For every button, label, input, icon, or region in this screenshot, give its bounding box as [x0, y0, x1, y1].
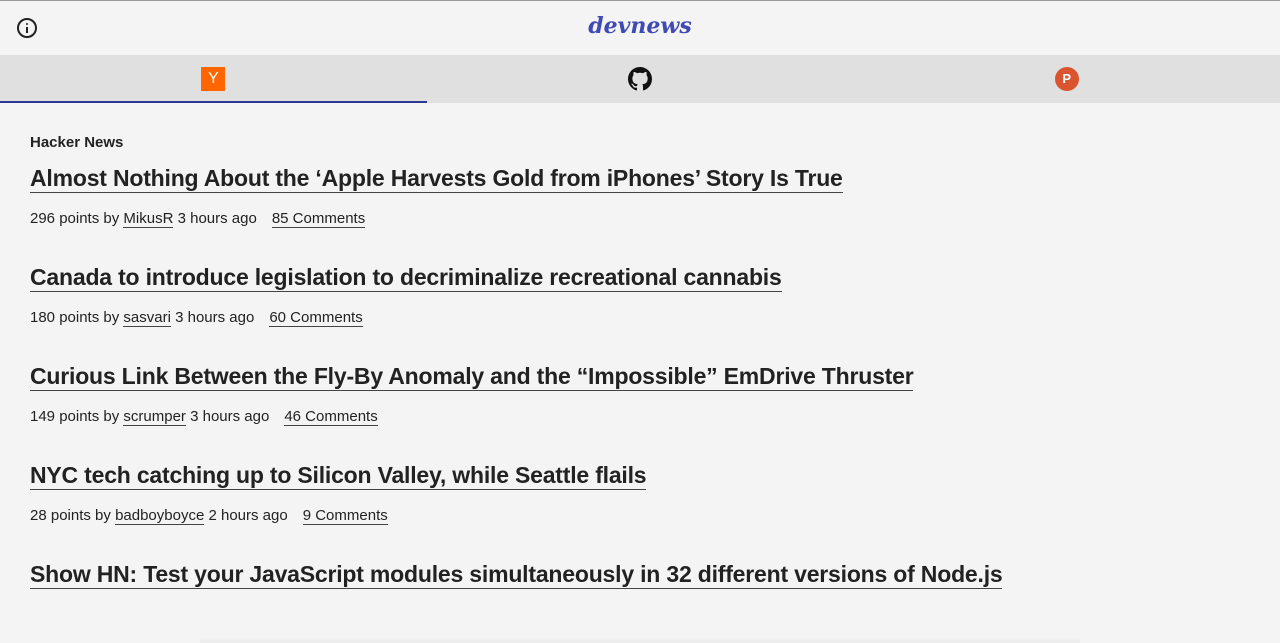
- story-time: 3 hours ago: [185, 408, 270, 425]
- top-bar: devnews: [0, 1, 1280, 55]
- story-title-link[interactable]: Show HN: Test your JavaScript modules si…: [30, 560, 1003, 589]
- story-meta: 149 points by scrumper 3 hours ago 46 Com…: [30, 407, 1250, 427]
- story-points: 149 points by: [30, 408, 124, 425]
- story-title-link[interactable]: NYC tech catching up to Silicon Valley, …: [30, 461, 647, 490]
- story-item: Show HN: Test your JavaScript modules si…: [30, 560, 1250, 589]
- story-author-link[interactable]: sasvari: [123, 309, 171, 327]
- story-comments-link[interactable]: 46 Comments: [284, 408, 378, 426]
- story-meta: 180 points by sasvari 3 hours ago 60 Comm…: [30, 308, 1250, 328]
- story-comments-link[interactable]: 85 Comments: [271, 210, 366, 228]
- story-author-link[interactable]: badboyboyce: [115, 507, 205, 525]
- story-list: Hacker News Almost Nothing About the ‘Ap…: [0, 103, 1280, 589]
- story-points: 296 points by: [30, 210, 124, 227]
- story-title-link[interactable]: Almost Nothing About the ‘Apple Harvests…: [30, 164, 843, 193]
- section-title: Hacker News: [30, 134, 124, 151]
- source-tabs: Y P: [0, 55, 1280, 103]
- story-author-link[interactable]: scrumper: [123, 408, 186, 426]
- story-time: 2 hours ago: [204, 507, 288, 524]
- story-time: 3 hours ago: [173, 210, 257, 227]
- story-item: Almost Nothing About the ‘Apple Harvests…: [30, 154, 1250, 229]
- story-author-link[interactable]: MikusR: [123, 210, 174, 228]
- story-comments-link[interactable]: 60 Comments: [269, 309, 363, 327]
- story-points: 180 points by: [30, 309, 124, 326]
- story-comments-link[interactable]: 9 Comments: [302, 507, 388, 525]
- story-item: NYC tech catching up to Silicon Valley, …: [30, 461, 1250, 526]
- story-time: 3 hours ago: [170, 309, 255, 326]
- story-title-link[interactable]: Curious Link Between the Fly-By Anomaly …: [30, 362, 914, 391]
- y-combinator-icon: Y: [201, 67, 226, 91]
- story-meta: 296 points by MikusR 3 hours ago 85 Comme…: [30, 209, 1250, 229]
- story-points: 28 points by: [30, 507, 116, 524]
- bottom-shadow: [200, 637, 1080, 643]
- story-title-link[interactable]: Canada to introduce legislation to decri…: [30, 263, 782, 292]
- app-window: devnews Y P Hacker News Almost Nothing A…: [0, 0, 1280, 643]
- product-hunt-icon: P: [1054, 67, 1079, 91]
- github-icon: [628, 67, 652, 91]
- app-title: devnews: [588, 13, 692, 39]
- tab-github[interactable]: [427, 55, 854, 103]
- story-item: Curious Link Between the Fly-By Anomaly …: [30, 362, 1250, 427]
- tab-hacker-news[interactable]: Y: [0, 55, 427, 103]
- tab-product-hunt[interactable]: P: [853, 55, 1280, 103]
- story-meta: 28 points by badboyboyce 2 hours ago 9 Co…: [30, 506, 1250, 526]
- story-item: Canada to introduce legislation to decri…: [30, 263, 1250, 328]
